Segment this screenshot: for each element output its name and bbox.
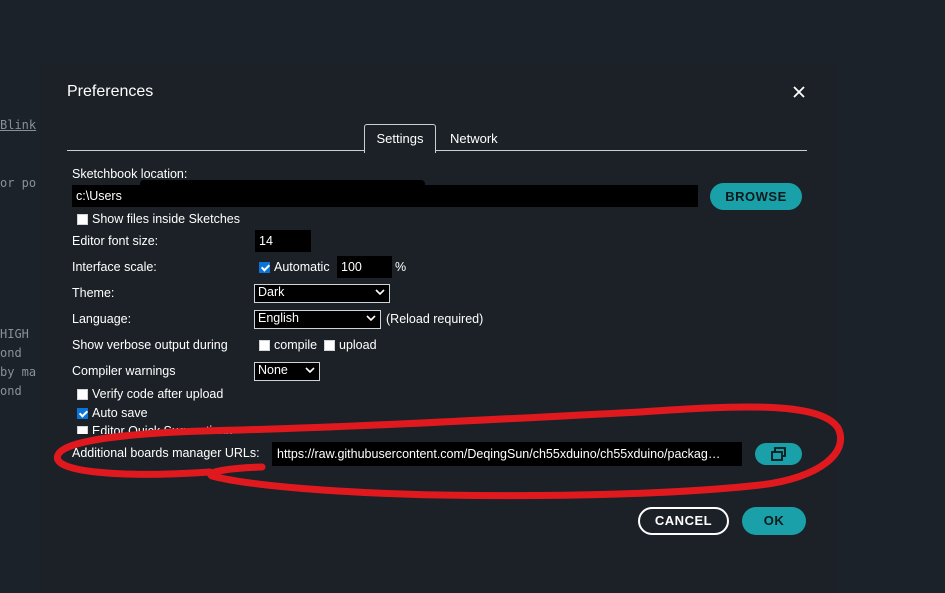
- sketchbook-location-value: c:\Users: [76, 189, 122, 203]
- show-files-checkbox[interactable]: [77, 214, 88, 225]
- language-value: English: [258, 311, 299, 325]
- verify-label: Verify code after upload: [92, 387, 224, 401]
- interface-scale-label: Interface scale:: [72, 260, 157, 274]
- preferences-dialog: Preferences Settings Network Sketchbook …: [40, 63, 835, 593]
- show-files-label: Show files inside Sketches: [92, 212, 240, 226]
- boards-urls-label: Additional boards manager URLs:: [72, 446, 260, 460]
- autosave-checkbox[interactable]: [77, 408, 88, 419]
- upload-label: upload: [339, 338, 377, 352]
- theme-label: Theme:: [72, 286, 115, 300]
- open-urls-button[interactable]: [755, 443, 802, 465]
- compiler-warnings-value: None: [258, 363, 288, 377]
- scale-unit: %: [395, 260, 407, 274]
- language-select[interactable]: English: [254, 310, 381, 329]
- redaction-block: [140, 180, 425, 206]
- compiler-warnings-select[interactable]: None: [254, 362, 320, 381]
- compiler-warnings-label: Compiler warnings: [72, 364, 176, 378]
- theme-select[interactable]: Dark: [254, 284, 390, 303]
- scale-input[interactable]: 100: [337, 256, 392, 278]
- font-size-label: Editor font size:: [72, 234, 159, 248]
- cancel-button[interactable]: CANCEL: [638, 507, 729, 535]
- code-line: ond: [0, 346, 22, 360]
- code-line: by ma: [0, 365, 37, 379]
- verify-checkbox[interactable]: [77, 389, 88, 400]
- automatic-checkbox[interactable]: [259, 262, 270, 273]
- language-label: Language:: [72, 312, 132, 326]
- sketchbook-location-label: Sketchbook location:: [72, 167, 188, 181]
- quick-suggestions-label: Editor Quick Suggestions: [92, 424, 233, 434]
- theme-value: Dark: [258, 285, 285, 299]
- quick-suggestions-checkbox[interactable]: [77, 426, 88, 434]
- compile-label: compile: [274, 338, 318, 352]
- dialog-title: Preferences: [67, 83, 154, 100]
- font-size-input[interactable]: 14: [255, 230, 311, 252]
- compile-checkbox[interactable]: [259, 340, 270, 351]
- close-icon[interactable]: [790, 83, 808, 101]
- code-line: ond: [0, 384, 22, 398]
- code-line-blink: Blink: [0, 118, 37, 132]
- verbose-output-label: Show verbose output during: [72, 338, 228, 352]
- tabs-divider: [67, 150, 807, 151]
- autosave-label: Auto save: [92, 406, 148, 420]
- quick-suggestions-row: Editor Quick Suggestions: [72, 424, 272, 434]
- tab-network[interactable]: Network: [450, 131, 498, 146]
- upload-checkbox[interactable]: [324, 340, 335, 351]
- automatic-label: Automatic: [274, 260, 330, 274]
- chevron-down-icon: [375, 289, 385, 296]
- code-line: HIGH: [0, 327, 29, 341]
- tab-settings[interactable]: Settings: [364, 124, 436, 153]
- language-note: (Reload required): [386, 312, 484, 326]
- chevron-down-icon: [366, 315, 376, 322]
- external-window-icon: [770, 447, 786, 461]
- ok-button[interactable]: OK: [742, 507, 806, 535]
- code-line: or po: [0, 176, 37, 190]
- boards-urls-input[interactable]: https://raw.githubusercontent.com/Deqing…: [272, 442, 742, 466]
- chevron-down-icon: [305, 367, 315, 374]
- browse-button[interactable]: BROWSE: [710, 183, 802, 210]
